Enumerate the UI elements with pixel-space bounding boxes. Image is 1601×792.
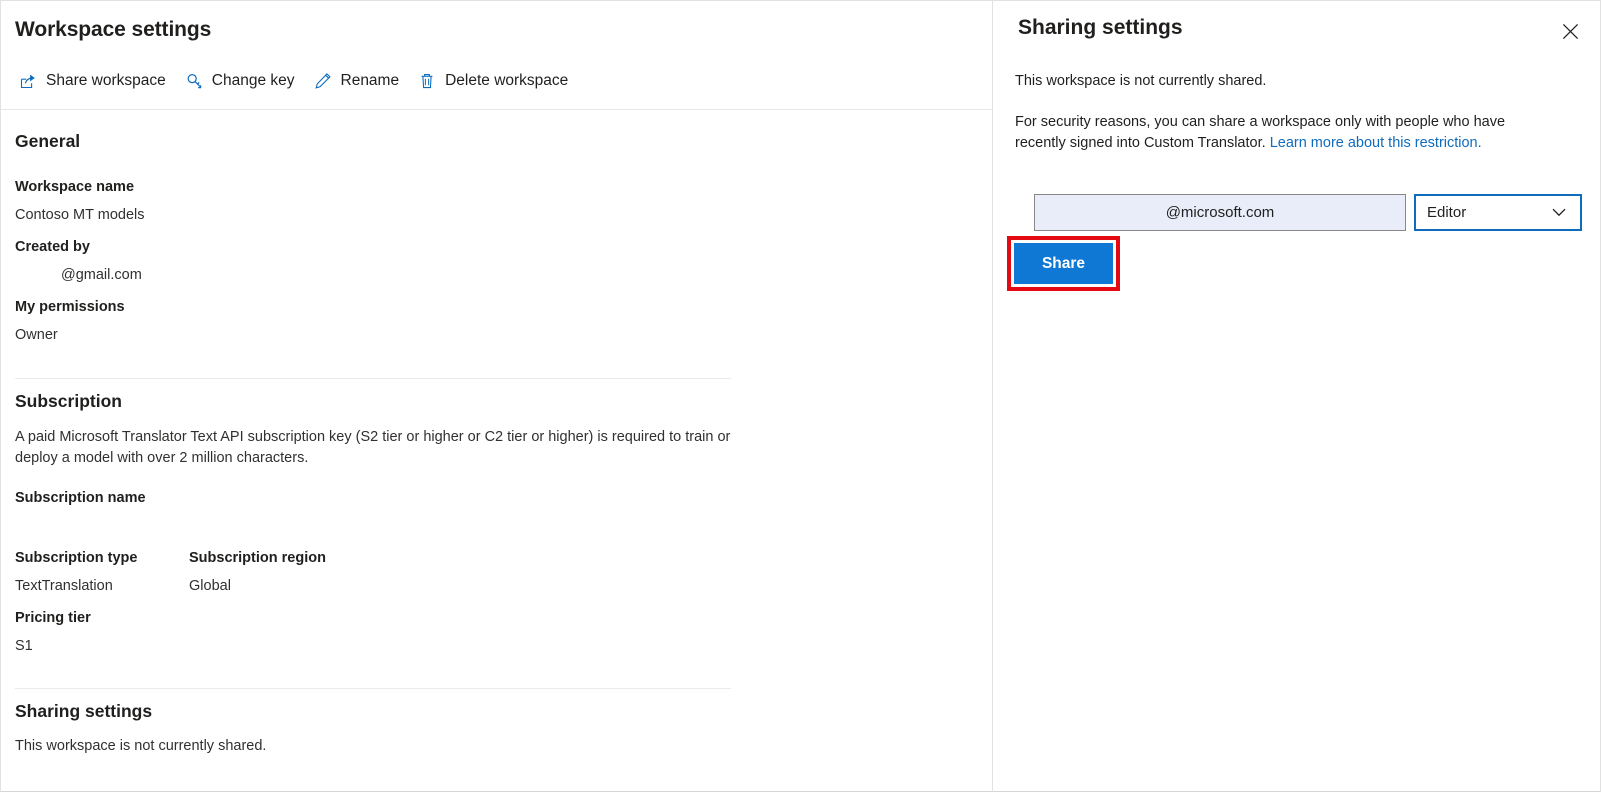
- workspace-settings-panel: Workspace settings Share workspace Chang…: [0, 0, 993, 792]
- sharing-settings-status: This workspace is not currently shared.: [15, 738, 267, 754]
- my-permissions-label: My permissions: [15, 299, 125, 315]
- share-button[interactable]: Share: [1014, 243, 1113, 284]
- subscription-heading: Subscription: [15, 391, 122, 411]
- chevron-down-icon: [1552, 208, 1566, 217]
- rename-button[interactable]: Rename: [308, 69, 413, 93]
- sharing-settings-flyout: Sharing settings This workspace is not c…: [993, 0, 1601, 792]
- pencil-icon: [314, 72, 332, 90]
- key-icon: [185, 72, 203, 90]
- page-title: Workspace settings: [15, 18, 212, 41]
- subscription-name-label: Subscription name: [15, 490, 146, 506]
- subscription-description: A paid Microsoft Translator Text API sub…: [15, 429, 731, 466]
- trash-icon: [418, 72, 436, 90]
- role-select[interactable]: Editor: [1414, 194, 1582, 231]
- subscription-type-label: Subscription type: [15, 550, 138, 566]
- delete-workspace-button[interactable]: Delete workspace: [412, 69, 581, 93]
- share-workspace-button[interactable]: Share workspace: [13, 69, 179, 93]
- email-input[interactable]: [1034, 194, 1406, 231]
- share-icon: [19, 72, 37, 90]
- workspace-name-value: Contoso MT models: [15, 207, 145, 223]
- pricing-tier-value: S1: [15, 638, 33, 654]
- subscription-type-value: TextTranslation: [15, 578, 113, 594]
- change-key-button[interactable]: Change key: [179, 69, 308, 93]
- change-key-label: Change key: [211, 72, 295, 89]
- learn-more-link[interactable]: Learn more about this restriction.: [1270, 135, 1482, 151]
- sharing-settings-heading: Sharing settings: [15, 701, 153, 721]
- pricing-tier-label: Pricing tier: [15, 610, 91, 626]
- workspace-name-label: Workspace name: [15, 179, 135, 195]
- subscription-region-label: Subscription region: [189, 550, 326, 566]
- my-permissions-value: Owner: [15, 327, 58, 343]
- subscription-divider: [15, 688, 731, 689]
- flyout-status: This workspace is not currently shared.: [1015, 73, 1267, 89]
- flyout-title: Sharing settings: [1018, 16, 1183, 39]
- rename-label: Rename: [340, 72, 400, 89]
- created-by-value: @gmail.com: [61, 267, 142, 283]
- close-icon[interactable]: [1554, 15, 1586, 47]
- share-workspace-label: Share workspace: [46, 72, 166, 89]
- subscription-region-value: Global: [189, 578, 231, 594]
- created-by-label: Created by: [15, 239, 90, 255]
- share-input-row: Editor: [1034, 194, 1582, 231]
- workspace-settings-screen: Workspace settings Share workspace Chang…: [0, 0, 1601, 792]
- command-bar: Share workspace Change key Rename Delete…: [13, 69, 581, 93]
- toolbar-divider: [1, 109, 992, 110]
- general-divider: [15, 378, 731, 379]
- flyout-security-note: For security reasons, you can share a wo…: [1015, 112, 1535, 153]
- general-heading: General: [15, 131, 81, 151]
- role-select-value: Editor: [1427, 204, 1467, 221]
- delete-workspace-label: Delete workspace: [445, 72, 569, 89]
